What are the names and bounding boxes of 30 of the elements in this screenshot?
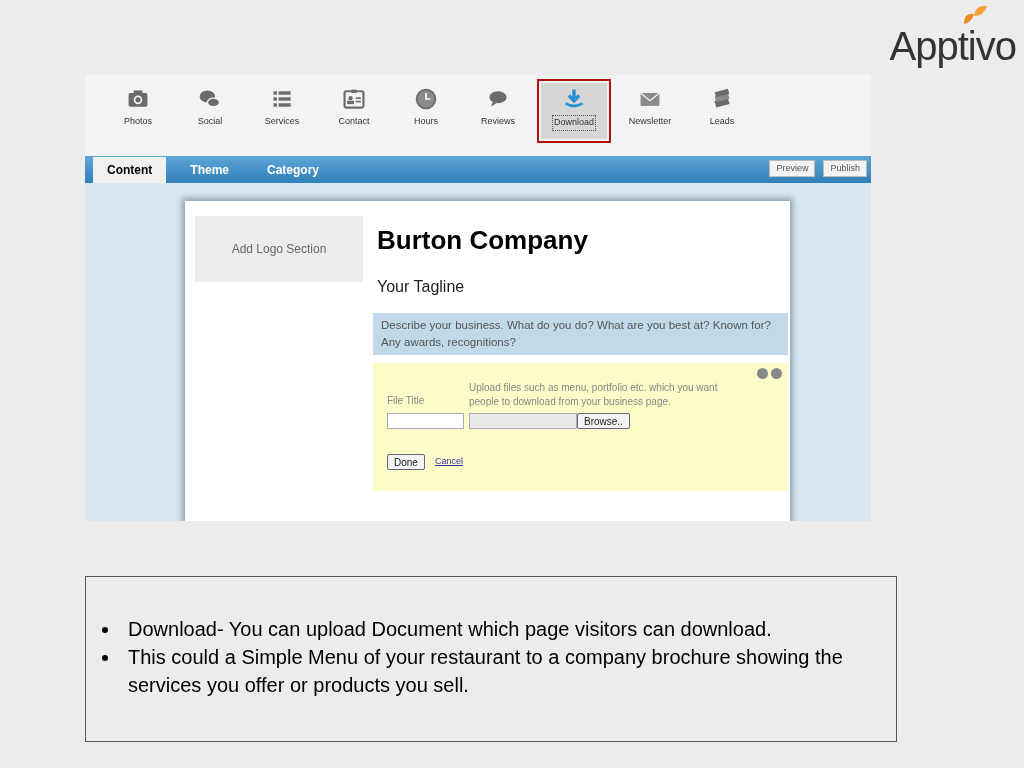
- bullet-icon: [102, 655, 108, 661]
- company-name: Burton Company: [376, 224, 589, 257]
- logo-placeholder[interactable]: Add Logo Section: [195, 216, 363, 282]
- toolbar-button[interactable]: Leads: [693, 83, 751, 139]
- note-text: This could a Simple Menu of your restaurant to a company brochure showing the services you offer or products you sell.: [128, 645, 844, 698]
- upload-hint: Upload files such as menu, portfolio etc. which you want people to download from your business page.: [469, 380, 719, 409]
- id-card-icon: [342, 87, 366, 111]
- action-button[interactable]: Preview: [769, 160, 816, 177]
- toolbar-button[interactable]: Newsletter: [621, 83, 679, 139]
- file-title-input[interactable]: [387, 412, 464, 429]
- browse-button[interactable]: Browse..: [577, 412, 630, 429]
- bullet-icon: [102, 627, 108, 633]
- toolbar-button[interactable]: Photos: [109, 83, 167, 139]
- description-text: Describe your business. What do you do? What are you best at? Known for? Any awards, recognitions?: [373, 312, 788, 355]
- logo-text: Apptivo: [889, 26, 1016, 66]
- toolbar-button[interactable]: Contact: [325, 83, 383, 139]
- field-label: File Title: [387, 393, 426, 408]
- toolbar-button[interactable]: Social: [181, 83, 239, 139]
- cancel-link[interactable]: Cancel: [434, 454, 463, 469]
- toolbar-button[interactable]: Hours: [397, 83, 455, 139]
- file-path-input[interactable]: [469, 412, 577, 429]
- note-text: Download- You can upload Document which page visitors can download.: [128, 617, 772, 642]
- tab[interactable]: Content: [93, 157, 167, 183]
- tagline: Your Tagline: [376, 276, 466, 297]
- done-button[interactable]: Done: [387, 453, 425, 470]
- action-button[interactable]: Publish: [823, 160, 867, 177]
- toolbar-button[interactable]: Reviews: [469, 83, 527, 139]
- toolbar-button[interactable]: Services: [253, 83, 311, 139]
- leaf-logo-icon: [962, 4, 988, 26]
- clock-icon: [414, 87, 438, 111]
